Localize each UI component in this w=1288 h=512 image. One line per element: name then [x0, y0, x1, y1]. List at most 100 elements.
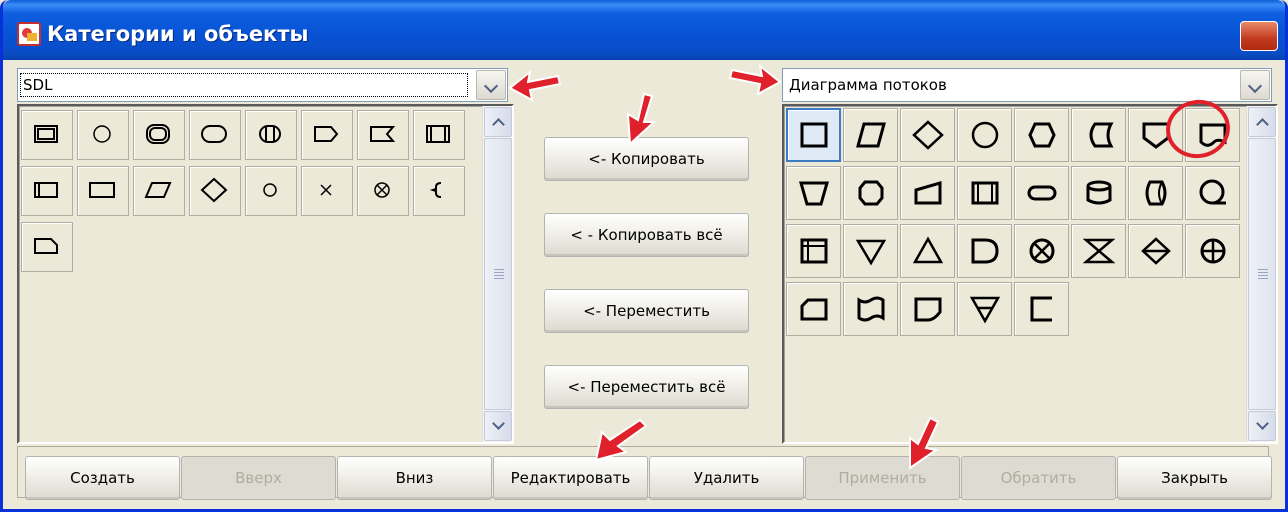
bottom-button-1[interactable]: Создать [25, 456, 180, 500]
object-tile[interactable] [900, 166, 955, 220]
process-icon [800, 122, 827, 148]
category-objects-panel [17, 104, 514, 444]
object-tile[interactable] [357, 110, 409, 160]
object-tile[interactable] [786, 282, 841, 336]
object-tile[interactable] [957, 108, 1012, 162]
bottom-button-2[interactable]: Вверх [181, 456, 336, 500]
object-tile[interactable] [1185, 166, 1240, 220]
object-tile[interactable] [245, 166, 297, 216]
object-tile[interactable] [900, 108, 955, 162]
object-tile[interactable] [77, 166, 129, 216]
object-tile[interactable] [786, 166, 841, 220]
object-set-combo-dropdown-button[interactable] [1240, 70, 1270, 100]
object-tile[interactable] [957, 224, 1012, 278]
task-rect-icon [34, 182, 58, 198]
object-tile[interactable] [1014, 282, 1069, 336]
object-tile[interactable] [133, 110, 185, 160]
object-tile[interactable] [21, 110, 73, 160]
small-circle-icon [263, 183, 277, 197]
summing-junction-icon [1029, 238, 1054, 264]
annotation-icon [1030, 296, 1052, 322]
object-tile[interactable] [843, 108, 898, 162]
object-tile[interactable] [189, 110, 241, 160]
offline-storage-icon [969, 296, 1000, 324]
cross-icon [320, 184, 332, 196]
category-combo-dropdown-button[interactable] [476, 70, 506, 100]
left-scroll-up-button[interactable] [484, 107, 512, 137]
object-tile[interactable] [843, 282, 898, 336]
object-tile[interactable] [957, 166, 1012, 220]
object-tile[interactable] [900, 224, 955, 278]
bottom-button-3[interactable]: Вниз [337, 456, 492, 500]
or-icon [1200, 238, 1225, 264]
object-tile[interactable] [21, 166, 73, 216]
object-tile[interactable] [843, 166, 898, 220]
bottom-button-label: Удалить [693, 469, 760, 487]
object-tile[interactable] [1014, 108, 1069, 162]
object-tile[interactable] [1185, 224, 1240, 278]
object-tile[interactable] [21, 222, 73, 272]
object-tile[interactable] [786, 108, 841, 162]
stored-data-icon [1089, 122, 1114, 148]
bottom-button-label: Редактировать [510, 469, 631, 487]
bottom-button-5[interactable]: Удалить [649, 456, 804, 500]
double-rect-icon [34, 125, 58, 143]
move-button[interactable]: <- Переместить [544, 289, 749, 333]
right-scroll-up-button[interactable] [1248, 107, 1276, 137]
window-title: Категории и объекты [47, 22, 309, 46]
object-tile[interactable] [77, 110, 129, 160]
right-scroll-down-button[interactable] [1248, 411, 1276, 441]
left-scrollbar[interactable] [482, 106, 512, 442]
object-tile[interactable] [900, 282, 955, 336]
left-scroll-down-button[interactable] [484, 411, 512, 441]
right-scroll-thumb[interactable] [1248, 138, 1276, 410]
bottom-button-label: Создать [70, 469, 135, 487]
brace-icon [429, 182, 442, 198]
move-all-button[interactable]: <- Переместить всё [544, 365, 749, 409]
object-tile[interactable] [245, 110, 297, 160]
object-tile[interactable] [1014, 166, 1069, 220]
hexagon-icon [858, 180, 883, 206]
close-window-button[interactable] [1240, 21, 1278, 51]
object-tile[interactable] [413, 110, 465, 160]
object-tile[interactable] [357, 166, 409, 216]
object-tile[interactable] [301, 110, 353, 160]
object-tile[interactable] [301, 166, 353, 216]
object-tile[interactable] [1128, 166, 1183, 220]
object-tile[interactable] [1071, 166, 1126, 220]
database-icon [1086, 180, 1111, 205]
annotation-arrow-icon [909, 416, 940, 470]
bottom-button-8[interactable]: Закрыть [1117, 456, 1272, 500]
title-bar[interactable]: Категории и объекты [3, 0, 1285, 60]
note-icon [34, 238, 58, 254]
manual-input-icon [914, 181, 941, 205]
direct-access-storage-icon [1145, 180, 1166, 206]
object-tile[interactable] [1071, 224, 1126, 278]
annotation-arrow-icon [594, 418, 648, 462]
object-tile[interactable] [413, 166, 465, 216]
object-tile[interactable] [957, 282, 1012, 336]
receive-signal-icon [370, 126, 396, 142]
annotation-arrow-icon [626, 92, 657, 147]
object-tile[interactable] [843, 224, 898, 278]
left-scroll-thumb[interactable] [484, 138, 512, 410]
predefined-process-icon [971, 181, 998, 205]
connector-icon [971, 121, 998, 149]
object-tile[interactable] [786, 224, 841, 278]
bottom-button-7[interactable]: Обратить [961, 456, 1116, 500]
parallelogram-icon [144, 182, 172, 198]
merge-icon [855, 239, 886, 266]
object-tile[interactable] [1071, 108, 1126, 162]
object-tile[interactable] [1014, 224, 1069, 278]
object-tile[interactable] [189, 166, 241, 216]
copy-all-button[interactable]: < - Копировать всё [544, 213, 749, 257]
card-icon [800, 298, 827, 321]
punched-tape-icon [857, 296, 884, 322]
object-set-combo[interactable]: Диаграмма потоков [782, 68, 1272, 102]
category-combo[interactable]: SDL [17, 68, 508, 102]
bottom-button-label: Обратить [1000, 469, 1077, 487]
right-scrollbar[interactable] [1246, 106, 1276, 442]
object-tile[interactable] [1128, 224, 1183, 278]
sequential-data-icon [1199, 179, 1226, 205]
object-tile[interactable] [133, 166, 185, 216]
